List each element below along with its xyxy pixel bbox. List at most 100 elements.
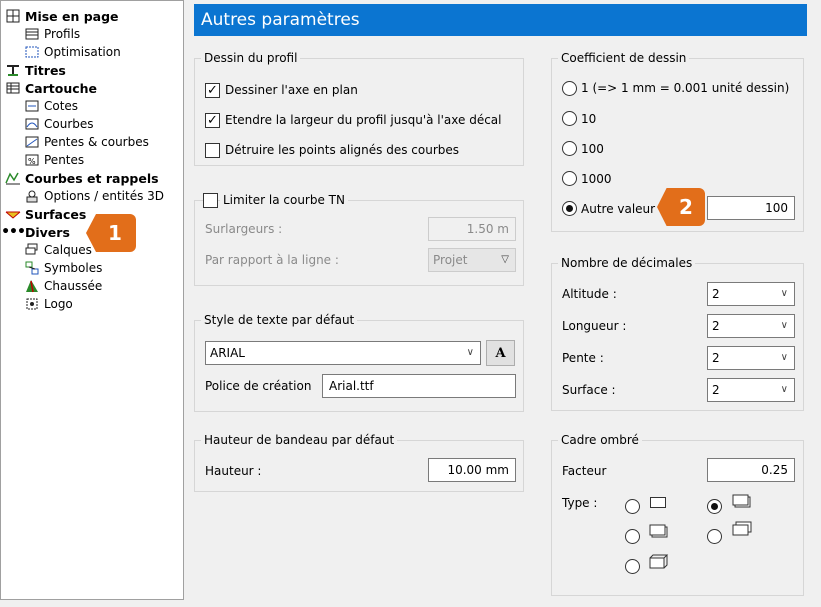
slopes-icon: % (24, 153, 40, 167)
tree-item-divers[interactable]: ••• Divers (1, 223, 70, 241)
hauteur-label: Hauteur : (205, 464, 262, 478)
group-title: Cadre ombré (558, 433, 642, 447)
tree-label: Cartouche (25, 80, 98, 96)
font-button[interactable]: A (486, 340, 515, 366)
altitude-label: Altitude : (562, 287, 617, 301)
select-value: ARIAL (210, 346, 245, 360)
tree-item-calques[interactable]: Calques (24, 241, 92, 259)
group-decimales: Nombre de décimales Altitude : 2 ∨ Longu… (551, 256, 804, 411)
checkbox-label: Détruire les points alignés des courbes (225, 143, 460, 157)
tree-label: Surfaces (25, 206, 87, 222)
shadow-top-right-icon (732, 521, 752, 540)
radio-coef-1[interactable] (562, 81, 577, 96)
group-dessin-profil: Dessin du profil ✓ Dessiner l'axe en pla… (194, 51, 524, 166)
titles-icon (5, 63, 21, 77)
tree-item-cotes[interactable]: Cotes (24, 97, 78, 115)
chevron-down-icon: ∨ (780, 320, 788, 331)
chevron-down-icon: ∨ (780, 352, 788, 363)
facteur-field[interactable]: 0.25 (707, 458, 795, 482)
surface-label: Surface : (562, 383, 616, 397)
tree-item-surfaces[interactable]: Surfaces (5, 205, 86, 223)
tree-item-pentes[interactable]: % Pentes (24, 151, 84, 169)
layout-grid-icon (5, 9, 21, 23)
select-value: 2 (712, 351, 720, 365)
tree-item-mise-en-page[interactable]: Mise en page (5, 7, 119, 25)
group-hauteur-bandeau: Hauteur de bandeau par défaut Hauteur : … (194, 433, 524, 492)
police-field[interactable]: Arial.ttf (322, 374, 516, 398)
radio-shadow-bottom-right[interactable] (707, 499, 722, 514)
surlargeurs-field[interactable]: 1.50 m (428, 217, 516, 241)
group-title: Hauteur de bandeau par défaut (201, 433, 398, 447)
surlargeurs-label: Surlargeurs : (205, 222, 283, 236)
tree-item-logo[interactable]: Logo (24, 295, 73, 313)
curves-icon (24, 117, 40, 131)
tree-item-courbes[interactable]: Courbes (24, 115, 94, 133)
tree-item-options-3d[interactable]: Options / entités 3D (24, 187, 164, 205)
radio-coef-100[interactable] (562, 141, 577, 156)
road-icon (24, 279, 40, 293)
tree-item-profils[interactable]: Profils (24, 25, 80, 43)
group-title: Limiter la courbe TN (220, 193, 348, 207)
radio-coef-autre[interactable] (562, 201, 577, 216)
tree-label: Titres (25, 62, 66, 78)
tree-item-optimisation[interactable]: Optimisation (24, 43, 121, 61)
ligne-label: Par rapport à la ligne : (205, 253, 339, 267)
slopes-curves-icon (24, 135, 40, 149)
profile-table-icon (24, 27, 40, 41)
chevron-down-icon: ▽ (501, 254, 509, 265)
radio-coef-10[interactable] (562, 111, 577, 126)
autre-valeur-field[interactable]: 100 (707, 196, 795, 220)
longueur-select[interactable]: 2 ∨ (707, 314, 795, 338)
tree-label: Cotes (44, 99, 79, 113)
3d-options-icon (24, 189, 40, 203)
radio-label: 1 (=> 1 mm = 0.001 unité dessin) (581, 81, 790, 95)
checkbox-limiter-courbe[interactable] (203, 193, 218, 208)
checkbox-detruire-points[interactable] (205, 143, 220, 158)
font-select[interactable]: ARIAL ∨ (205, 341, 481, 365)
chevron-down-icon: ∨ (780, 384, 788, 395)
radio-shadow-none[interactable] (625, 499, 640, 514)
radio-label: 100 (581, 142, 604, 156)
tree-item-titres[interactable]: Titres (5, 61, 66, 79)
tree-item-symboles[interactable]: Symboles (24, 259, 102, 277)
tree-item-chaussee[interactable]: Chaussée (24, 277, 102, 295)
radio-coef-1000[interactable] (562, 171, 577, 186)
symbols-icon (24, 261, 40, 275)
tree-label: Courbes et rappels (25, 170, 159, 186)
tree-item-pentes-courbes[interactable]: Pentes & courbes (24, 133, 149, 151)
radio-label: Autre valeur (581, 202, 656, 216)
select-value: Projet (433, 253, 468, 267)
shadow-bottom-right-icon (732, 494, 752, 513)
tree-item-cartouche[interactable]: Cartouche (5, 79, 97, 97)
tree-label: Symboles (44, 261, 103, 275)
group-title: Coefficient de dessin (558, 51, 690, 65)
tree-label: Optimisation (44, 45, 121, 59)
radio-shadow-right[interactable] (625, 529, 640, 544)
radio-shadow-top-right[interactable] (707, 529, 722, 544)
pente-label: Pente : (562, 351, 604, 365)
sidebar-tree: Mise en page Profils Optimisation Titres… (0, 0, 184, 600)
checkbox-dessiner-axe[interactable]: ✓ (205, 83, 220, 98)
hauteur-field[interactable]: 10.00 mm (428, 458, 516, 482)
group-title: Style de texte par défaut (201, 313, 358, 327)
tree-label: Options / entités 3D (44, 189, 165, 203)
shadow-none-icon (650, 497, 666, 508)
checkbox-etendre-largeur[interactable]: ✓ (205, 113, 220, 128)
surfaces-icon (5, 207, 21, 221)
page-title: Autres paramètres (194, 4, 807, 36)
radio-shadow-3d[interactable] (625, 559, 640, 574)
tree-label: Calques (44, 243, 92, 257)
tree-label: Logo (44, 297, 73, 311)
optimisation-icon (24, 45, 40, 59)
facteur-label: Facteur (562, 464, 607, 478)
checkbox-label: Etendre la largeur du profil jusqu'à l'a… (225, 113, 502, 127)
altitude-select[interactable]: 2 ∨ (707, 282, 795, 306)
tree-item-courbes-rappels[interactable]: Courbes et rappels (5, 169, 159, 187)
tree-label: Pentes & courbes (44, 135, 149, 149)
ligne-select[interactable]: Projet ▽ (428, 248, 516, 272)
callout-badge-1: 1 (86, 214, 136, 252)
select-value: 2 (712, 287, 720, 301)
pente-select[interactable]: 2 ∨ (707, 346, 795, 370)
surface-select[interactable]: 2 ∨ (707, 378, 795, 402)
shadow-3d-icon (649, 554, 669, 573)
